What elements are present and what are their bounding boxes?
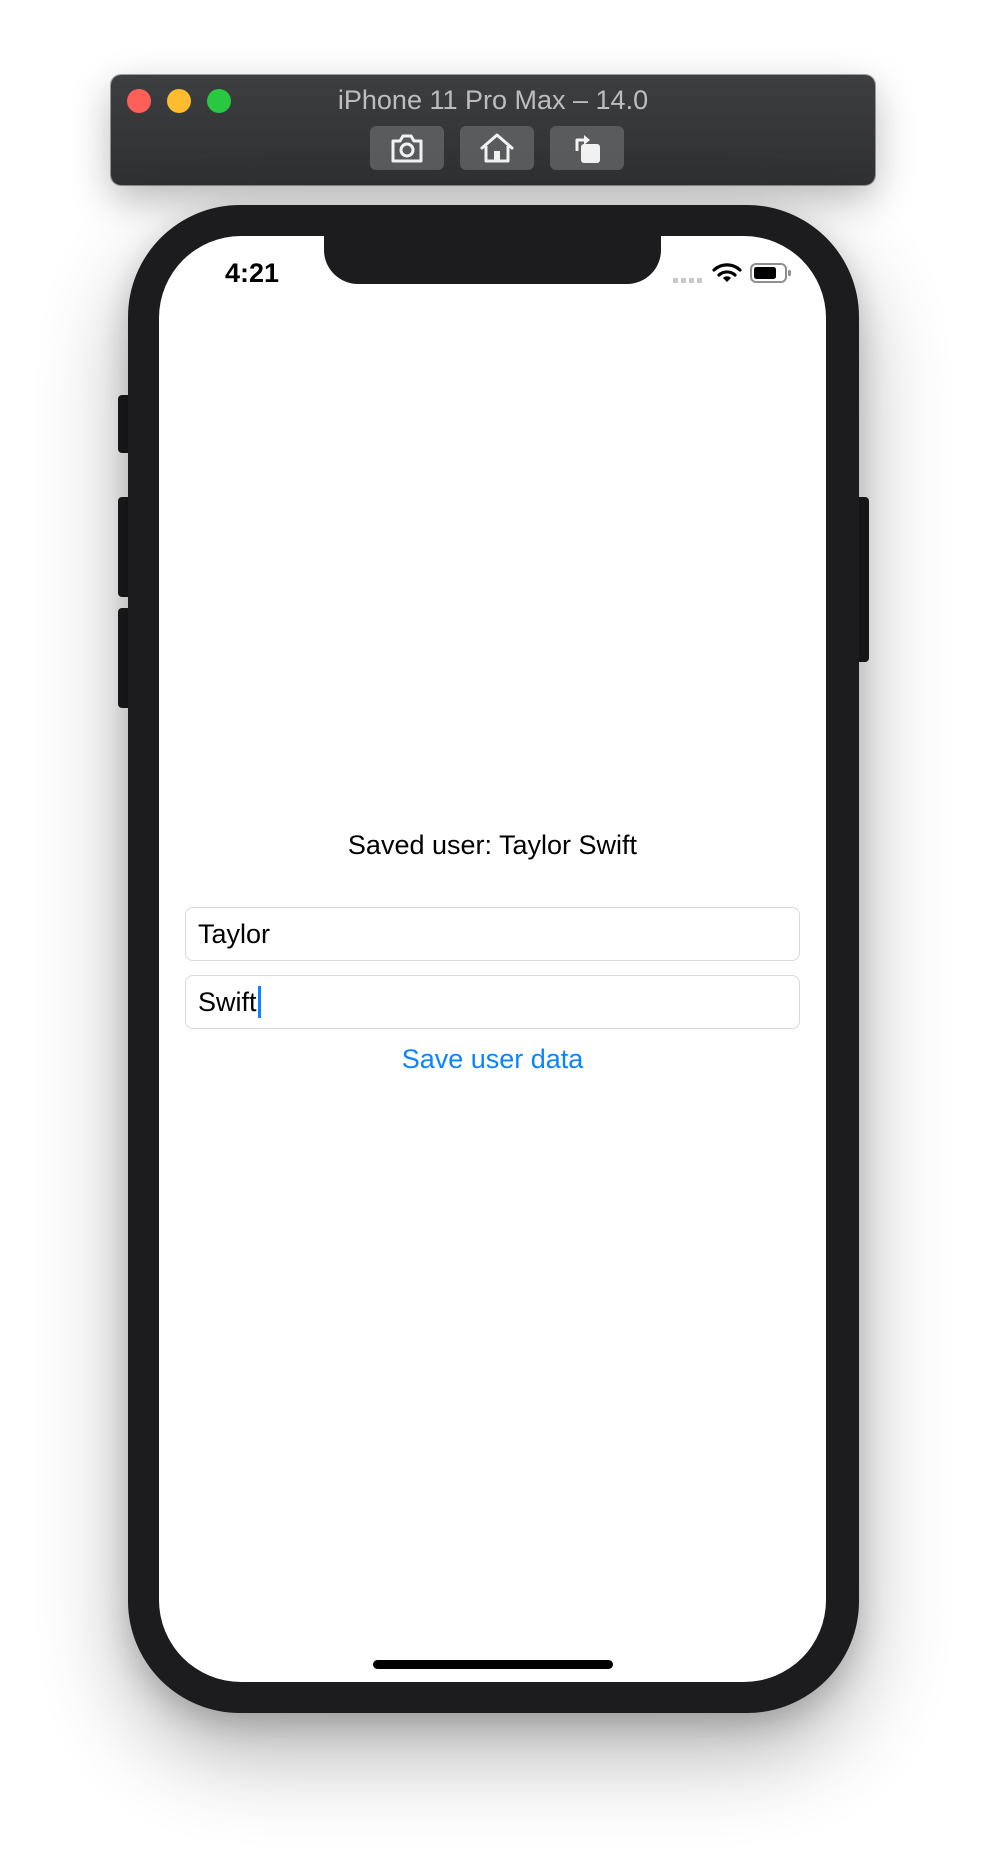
- battery-icon: [750, 263, 791, 283]
- status-time: 4:21: [225, 258, 280, 288]
- last-name-value: Swift: [198, 986, 257, 1017]
- saved-user-label: Saved user: Taylor Swift: [347, 830, 638, 860]
- home-icon: [480, 133, 514, 163]
- notch: [324, 236, 661, 284]
- screenshot-button[interactable]: [370, 126, 444, 170]
- simulator-title: iPhone 11 Pro Max – 14.0: [337, 85, 649, 115]
- save-user-data-button[interactable]: Save user data: [159, 1044, 826, 1075]
- text-cursor: [257, 986, 261, 1018]
- home-button[interactable]: [460, 126, 534, 170]
- cellular-signal-icon: [673, 278, 702, 283]
- home-indicator[interactable]: [373, 1660, 613, 1669]
- rotate-button[interactable]: [550, 126, 624, 170]
- last-name-field[interactable]: Swift: [185, 975, 800, 1029]
- wifi-icon: [712, 263, 742, 282]
- simulator-window-toolbar: iPhone 11 Pro Max – 14.0: [111, 75, 875, 185]
- rotate-icon: [575, 135, 600, 163]
- camera-icon: [391, 134, 423, 163]
- simulator-stage: iPhone 11 Pro Max – 14.0 4:21 Saved user…: [0, 0, 986, 1862]
- first-name-value: Taylor: [198, 918, 271, 949]
- device-screen: 4:21 Saved user: Taylor Swift Taylor Swi…: [159, 236, 826, 1682]
- first-name-field[interactable]: Taylor: [185, 907, 800, 961]
